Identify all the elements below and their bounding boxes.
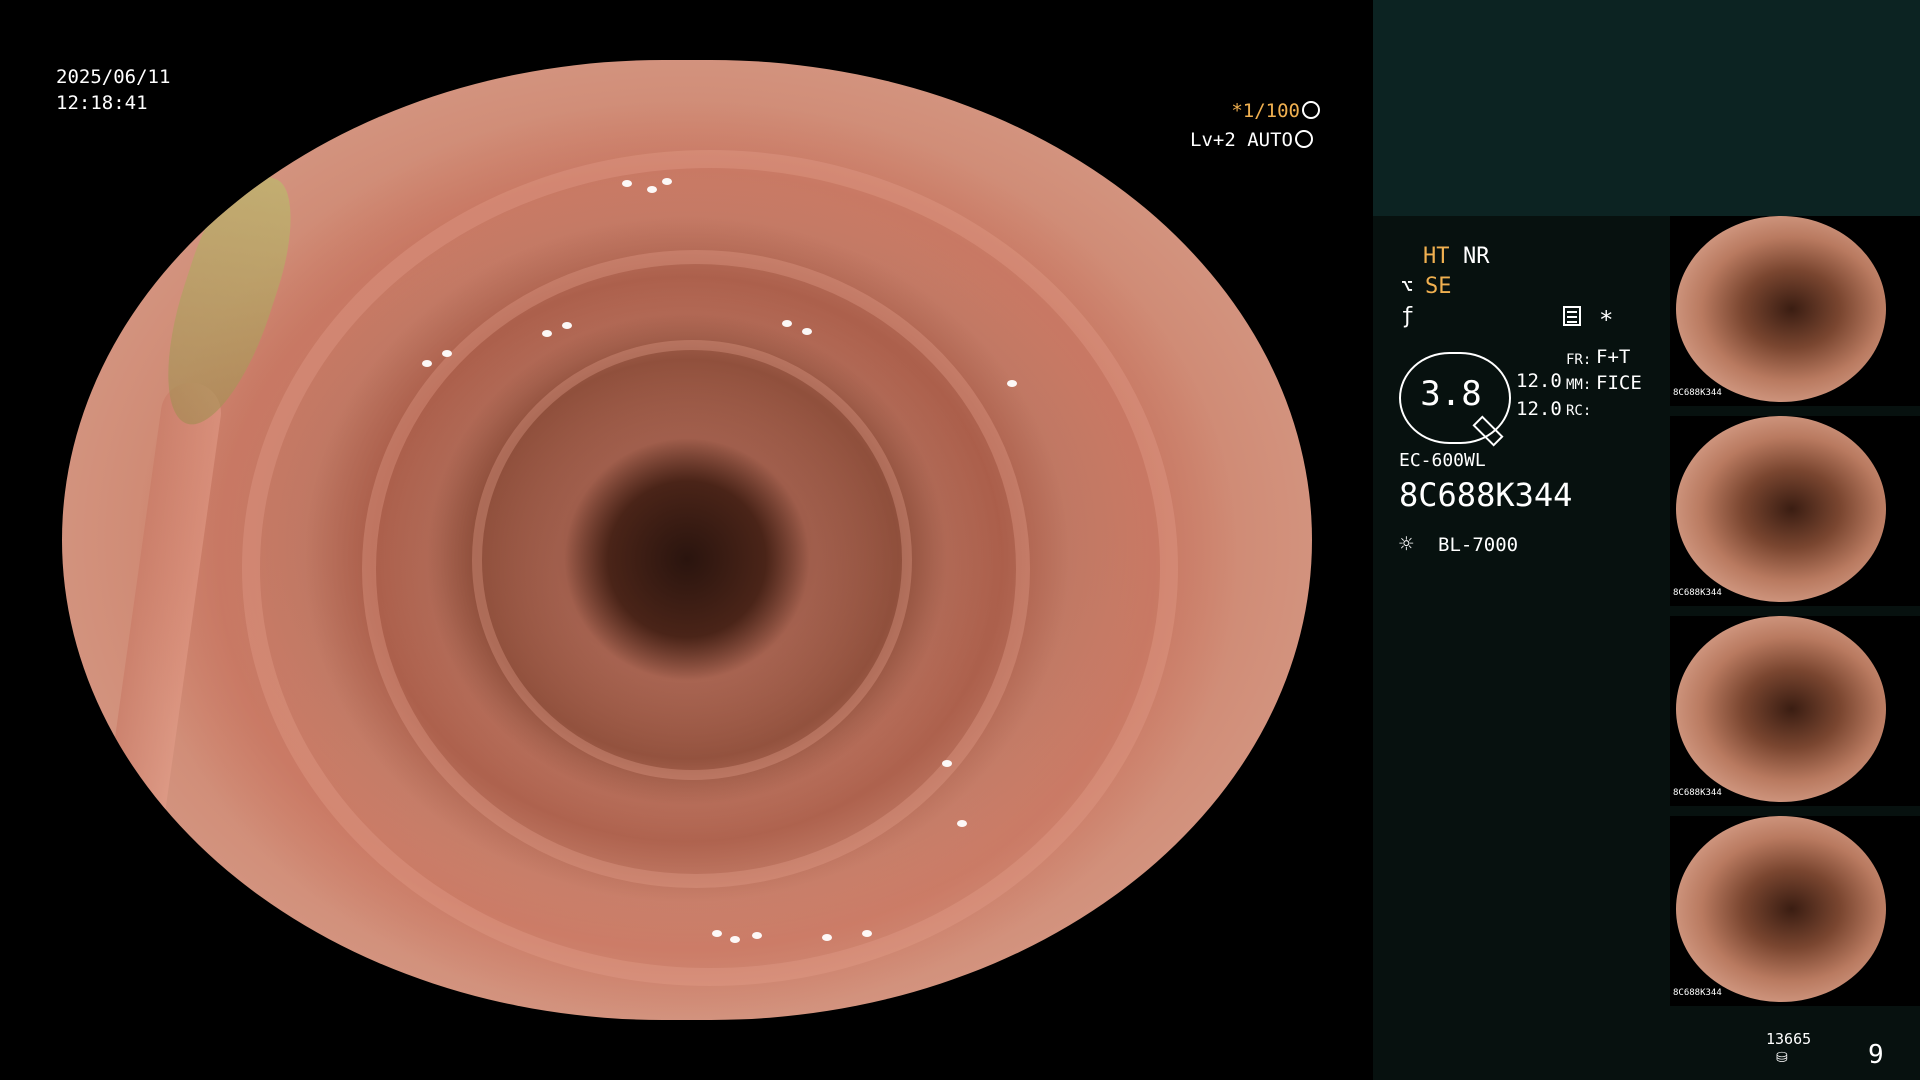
- level-text: Lv+2 AUTO: [1190, 129, 1293, 151]
- endoscope-view: [62, 60, 1312, 1020]
- se-icon: ⌥: [1401, 274, 1414, 298]
- light-icon: ☼: [1399, 530, 1414, 558]
- thumbnail-label: 8C688K344: [1673, 788, 1722, 798]
- thumbnail-image: [1676, 416, 1886, 602]
- shutter-speed: *1/100: [1228, 98, 1320, 124]
- thumbnail-label: 8C688K344: [1673, 588, 1722, 598]
- light-reflection: [782, 320, 792, 327]
- panel-header-area: [1373, 0, 1920, 216]
- light-reflection: [622, 180, 632, 187]
- light-reflection: [1007, 380, 1017, 387]
- page-number: 9: [1868, 1040, 1884, 1070]
- nr-indicator: NR: [1463, 244, 1490, 269]
- image-counter: 13665: [1766, 1030, 1812, 1048]
- light-reflection: [542, 330, 552, 337]
- info-panel: HT NR ⌥ SE ƒ * 3.8 12.0 12.0 FR: F+T MM:…: [1373, 0, 1920, 1080]
- light-reflection: [442, 350, 452, 357]
- time-text: 12:18:41: [56, 92, 148, 114]
- thumbnail-3[interactable]: 8C688K344: [1670, 616, 1920, 806]
- mucosal-fold: [79, 378, 225, 1002]
- light-reflection: [752, 932, 762, 939]
- f-icon: ƒ: [1401, 304, 1415, 329]
- value-1: 12.0: [1516, 370, 1562, 392]
- light-reflection: [942, 760, 952, 767]
- date-text: 2025/06/11: [56, 66, 171, 88]
- scope-model: EC-600WL: [1399, 450, 1486, 471]
- thumbnail-image: [1676, 216, 1886, 402]
- thumbnail-1[interactable]: 8C688K344: [1670, 216, 1920, 406]
- light-reflection: [862, 930, 872, 937]
- enhancement-value: 3.8: [1420, 374, 1482, 414]
- mm-label: MM:: [1566, 377, 1592, 393]
- colon-fold-ring: [242, 150, 1178, 986]
- light-source: BL-7000: [1438, 534, 1519, 556]
- light-reflection: [802, 328, 812, 335]
- menu-icon: [1563, 306, 1581, 326]
- light-reflection: [662, 178, 672, 185]
- fr-label: FR:: [1566, 352, 1592, 368]
- light-reflection: [822, 934, 832, 941]
- se-indicator: SE: [1425, 274, 1452, 299]
- light-reflection: [647, 186, 657, 193]
- mm-value: FICE: [1596, 372, 1642, 394]
- light-reflection: [957, 820, 967, 827]
- light-reflection: [712, 930, 722, 937]
- light-reflection: [730, 936, 740, 943]
- disk-icon: ⛁: [1776, 1050, 1788, 1066]
- value-2: 12.0: [1516, 398, 1562, 420]
- rc-label: RC:: [1566, 403, 1592, 419]
- thumbnail-2[interactable]: 8C688K344: [1670, 416, 1920, 606]
- auto-icon: [1294, 130, 1313, 148]
- thumbnail-label: 8C688K344: [1673, 388, 1722, 398]
- date-time-display: 2025/06/11 12:18:41: [56, 64, 170, 116]
- shutter-text: *1/100: [1231, 100, 1300, 122]
- pen-icon: [1472, 415, 1504, 447]
- star-icon: *: [1599, 306, 1614, 334]
- ht-indicator: HT: [1423, 244, 1450, 269]
- scope-serial: 8C688K344: [1399, 476, 1573, 514]
- thumbnail-image: [1676, 816, 1886, 1002]
- light-reflection: [422, 360, 432, 367]
- light-reflection: [562, 322, 572, 329]
- brightness-level: Lv+2 AUTO: [1190, 127, 1313, 153]
- enhancement-value-box: 3.8: [1399, 352, 1511, 447]
- shutter-icon: [1302, 101, 1320, 119]
- thumbnail-4[interactable]: 8C688K344: [1670, 816, 1920, 1006]
- thumbnail-label: 8C688K344: [1673, 988, 1722, 998]
- fr-value: F+T: [1596, 346, 1631, 368]
- thumbnail-image: [1676, 616, 1886, 802]
